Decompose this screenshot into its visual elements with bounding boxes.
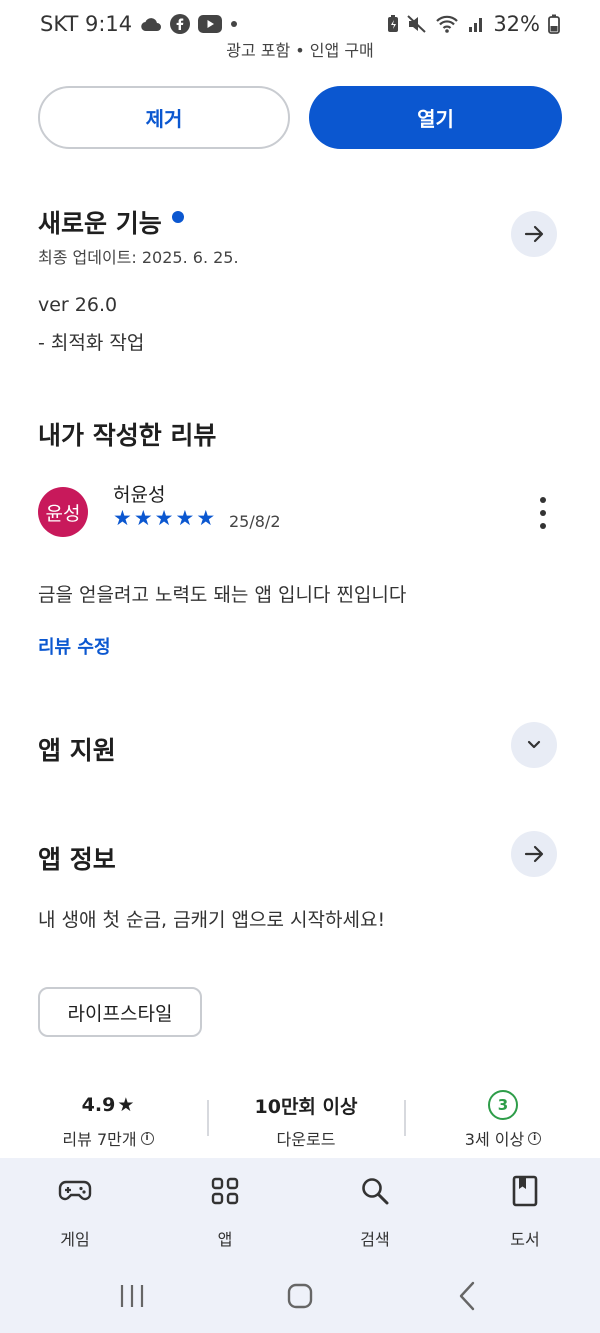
app-info-title[interactable]: 앱 정보 xyxy=(38,840,116,876)
nav-icon-wrap xyxy=(165,1174,285,1208)
battery-icon xyxy=(548,14,560,34)
rating-label-row: 리뷰 7만개 i xyxy=(8,1126,208,1150)
nav-icon-wrap xyxy=(315,1174,435,1208)
avatar: 윤성 xyxy=(38,487,88,537)
star-icon: ★ xyxy=(117,1094,135,1116)
recent-apps-icon[interactable] xyxy=(118,1283,146,1309)
review-date: 25/8/2 xyxy=(229,512,281,531)
age-rating-badge: 3 xyxy=(488,1090,518,1120)
status-left: SKT 9:14 xyxy=(40,12,238,36)
update-note: - 최적화 작업 xyxy=(38,332,145,354)
app-support-expand-button[interactable] xyxy=(511,722,557,768)
nav-item-games[interactable]: 게임 xyxy=(15,1174,135,1250)
chevron-down-icon xyxy=(527,740,541,749)
age-label: 3세 이상 xyxy=(464,1130,525,1149)
nav-icon-wrap xyxy=(15,1174,135,1208)
mute-icon xyxy=(407,15,426,33)
youtube-icon xyxy=(198,15,223,33)
home-icon[interactable] xyxy=(286,1282,314,1310)
back-icon[interactable] xyxy=(456,1280,478,1312)
ad-notice: 광고 포함 • 인앱 구매 xyxy=(226,41,374,60)
app-description: 내 생애 첫 순금, 금캐기 앱으로 시작하세요! xyxy=(38,909,386,931)
review-body: 금을 얻을려고 노력도 돼는 앱 입니다 찐입니다 xyxy=(38,584,407,606)
rating-value: 4.9 xyxy=(81,1094,116,1116)
whats-new-arrow-button[interactable] xyxy=(511,211,557,257)
arrow-right-icon xyxy=(524,845,544,863)
star-icon: ★ xyxy=(154,506,174,530)
downloads-label: 다운로드 xyxy=(276,1130,336,1149)
battery-percent: 32% xyxy=(493,12,540,36)
app-support-title[interactable]: 앱 지원 xyxy=(38,731,116,767)
review-star-rating: ★ ★ ★ ★ ★ xyxy=(113,506,215,530)
age-rating-stat: 3 3세 이상 i xyxy=(403,1090,600,1150)
nav-label-search: 검색 xyxy=(360,1230,390,1249)
rating-stat: 4.9 ★ 리뷰 7만개 i xyxy=(8,1090,208,1150)
apps-grid-icon xyxy=(211,1177,239,1205)
open-button[interactable]: 열기 xyxy=(309,86,562,149)
carrier-time: SKT 9:14 xyxy=(40,12,133,36)
nav-label-books: 도서 xyxy=(510,1230,540,1249)
age-badge-row: 3 xyxy=(403,1090,600,1120)
review-author: 허윤성 xyxy=(113,484,166,506)
downloads-stat: 10만회 이상 다운로드 xyxy=(206,1090,406,1150)
bottom-nav: 게임 앱 검색 도서 xyxy=(0,1158,600,1258)
system-nav-bar xyxy=(0,1258,600,1333)
rating-label: 리뷰 7만개 xyxy=(62,1130,137,1149)
battery-saver-icon xyxy=(388,15,399,32)
signal-icon xyxy=(469,18,483,32)
rating-value-row: 4.9 ★ xyxy=(8,1090,208,1120)
age-label-row: 3세 이상 i xyxy=(403,1126,600,1150)
nav-icon-wrap xyxy=(465,1174,585,1208)
nav-label-apps: 앱 xyxy=(217,1230,233,1249)
status-right: 32% xyxy=(387,12,560,36)
more-options-icon[interactable] xyxy=(536,497,550,529)
whats-new-title[interactable]: 새로운 기능 xyxy=(38,204,184,240)
star-icon: ★ xyxy=(133,506,153,530)
new-indicator-dot xyxy=(171,211,184,223)
nav-label-games: 게임 xyxy=(60,1230,90,1249)
nav-item-books[interactable]: 도서 xyxy=(465,1174,585,1250)
book-icon xyxy=(512,1175,538,1207)
wifi-icon xyxy=(436,15,459,33)
downloads-value: 10만회 이상 xyxy=(254,1095,358,1118)
remove-button[interactable]: 제거 xyxy=(38,86,290,149)
app-info-arrow-button[interactable] xyxy=(511,831,557,877)
info-icon[interactable]: i xyxy=(528,1131,542,1145)
status-bar: SKT 9:14 32% 광고 포함 • 인앱 구매 xyxy=(0,0,600,60)
arrow-right-icon xyxy=(524,225,544,243)
info-icon[interactable]: i xyxy=(140,1131,154,1145)
nav-item-search[interactable]: 검색 xyxy=(315,1174,435,1250)
star-icon: ★ xyxy=(175,506,195,530)
category-chip[interactable]: 라이프스타일 xyxy=(38,987,202,1037)
version-text: ver 26.0 xyxy=(38,294,118,316)
star-icon: ★ xyxy=(196,506,216,530)
cloud-icon xyxy=(141,18,162,32)
last-updated: 최종 업데이트: 2025. 6. 25. xyxy=(38,248,239,267)
gamepad-icon xyxy=(58,1180,92,1201)
edit-review-link[interactable]: 리뷰 수정 xyxy=(38,633,111,659)
facebook-icon xyxy=(170,14,191,34)
whats-new-title-text: 새로운 기능 xyxy=(38,209,162,238)
search-icon xyxy=(362,1178,389,1205)
dot-icon xyxy=(231,21,238,27)
nav-item-apps[interactable]: 앱 xyxy=(165,1174,285,1250)
my-review-title: 내가 작성한 리뷰 xyxy=(38,421,217,450)
star-icon: ★ xyxy=(113,506,132,530)
